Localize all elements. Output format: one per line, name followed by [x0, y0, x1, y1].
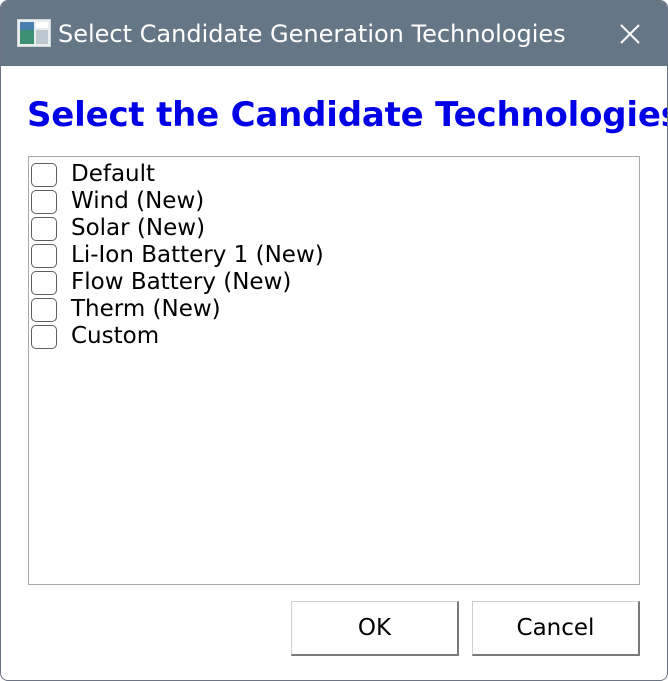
- list-item-wind[interactable]: Wind (New): [31, 188, 204, 215]
- list-item-custom[interactable]: Custom: [31, 323, 159, 350]
- item-label: Default: [71, 161, 156, 187]
- window-title: Select Candidate Generation Technologies: [58, 20, 566, 48]
- page-heading: Select the Candidate Technologies: [27, 95, 668, 135]
- item-label: Custom: [71, 323, 160, 349]
- checkbox[interactable]: [31, 162, 57, 187]
- title-bar[interactable]: Select Candidate Generation Technologies: [1, 1, 667, 66]
- ok-button[interactable]: OK: [291, 601, 459, 656]
- close-icon: [620, 23, 640, 44]
- list-item-flow-battery[interactable]: Flow Battery (New): [31, 269, 291, 296]
- item-label: Wind (New): [71, 188, 205, 214]
- dialog-window: Select Candidate Generation Technologies…: [0, 0, 668, 681]
- item-label: Flow Battery (New): [71, 269, 292, 295]
- list-item-default[interactable]: Default: [31, 161, 155, 188]
- technology-list[interactable]: Default Wind (New) Solar (New) Li-Ion Ba…: [28, 156, 640, 585]
- checkbox[interactable]: [31, 189, 57, 214]
- list-item-li-ion-battery[interactable]: Li-Ion Battery 1 (New): [31, 242, 324, 269]
- checkbox[interactable]: [31, 216, 57, 241]
- checkbox[interactable]: [31, 324, 57, 349]
- cancel-button[interactable]: Cancel: [472, 601, 640, 656]
- item-label: Li-Ion Battery 1 (New): [71, 242, 324, 268]
- item-label: Therm (New): [71, 296, 221, 322]
- checkbox[interactable]: [31, 270, 57, 295]
- app-window-icon: [17, 19, 51, 47]
- list-item-therm[interactable]: Therm (New): [31, 296, 221, 323]
- checkbox[interactable]: [31, 297, 57, 322]
- checkbox[interactable]: [31, 243, 57, 268]
- item-label: Solar (New): [71, 215, 206, 241]
- list-item-solar[interactable]: Solar (New): [31, 215, 205, 242]
- close-button[interactable]: [593, 1, 667, 66]
